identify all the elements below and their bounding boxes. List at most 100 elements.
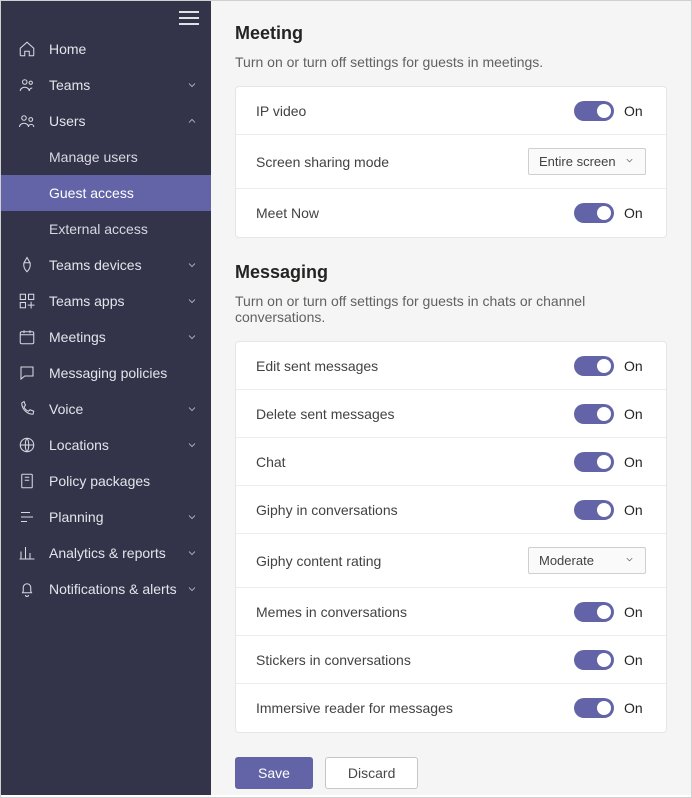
setting-label: IP video xyxy=(256,103,306,119)
setting-label: Screen sharing mode xyxy=(256,154,389,170)
sidebar-subitem-manage-users[interactable]: Manage users xyxy=(1,139,211,175)
setting-label: Immersive reader for messages xyxy=(256,700,453,716)
setting-row-giphy-conversations: Giphy in conversations On xyxy=(236,486,666,534)
save-button[interactable]: Save xyxy=(235,757,313,789)
toggle-state-text: On xyxy=(624,652,646,668)
toggle-state-text: On xyxy=(624,406,646,422)
package-icon xyxy=(17,471,37,491)
sidebar-item-teams-apps[interactable]: Teams apps xyxy=(1,283,211,319)
calendar-icon xyxy=(17,327,37,347)
ip-video-toggle[interactable] xyxy=(574,101,614,121)
setting-row-meet-now: Meet Now On xyxy=(236,189,666,237)
devices-icon xyxy=(17,255,37,275)
messaging-section-desc: Turn on or turn off settings for guests … xyxy=(235,293,667,325)
chevron-down-icon xyxy=(624,154,635,169)
discard-button[interactable]: Discard xyxy=(325,757,418,789)
sidebar-item-label: Users xyxy=(49,113,185,129)
sidebar-item-label: Home xyxy=(49,41,199,57)
teams-icon xyxy=(17,75,37,95)
setting-label: Chat xyxy=(256,454,286,470)
sidebar-item-home[interactable]: Home xyxy=(1,31,211,67)
chevron-down-icon xyxy=(185,258,199,272)
chevron-down-icon xyxy=(185,582,199,596)
screen-sharing-mode-select[interactable]: Entire screen xyxy=(528,148,646,175)
chat-icon xyxy=(17,363,37,383)
toggle-state-text: On xyxy=(624,502,646,518)
setting-row-delete-sent-messages: Delete sent messages On xyxy=(236,390,666,438)
footer-actions: Save Discard xyxy=(235,757,667,789)
sidebar-item-messaging-policies[interactable]: Messaging policies xyxy=(1,355,211,391)
meeting-section-title: Meeting xyxy=(235,23,667,44)
sidebar-item-label: Notifications & alerts xyxy=(49,581,185,597)
sidebar-subitem-external-access[interactable]: External access xyxy=(1,211,211,247)
toggle-state-text: On xyxy=(624,454,646,470)
chat-toggle[interactable] xyxy=(574,452,614,472)
setting-label: Giphy content rating xyxy=(256,553,381,569)
sidebar-item-voice[interactable]: Voice xyxy=(1,391,211,427)
sidebar-item-label: Voice xyxy=(49,401,185,417)
setting-row-stickers-conversations: Stickers in conversations On xyxy=(236,636,666,684)
chevron-down-icon xyxy=(185,402,199,416)
sidebar-item-label: Teams devices xyxy=(49,257,185,273)
sidebar-item-label: Messaging policies xyxy=(49,365,199,381)
sidebar-item-users[interactable]: Users xyxy=(1,103,211,139)
sidebar-subitem-guest-access[interactable]: Guest access xyxy=(1,175,211,211)
setting-label: Delete sent messages xyxy=(256,406,395,422)
hamburger-icon[interactable] xyxy=(179,9,199,27)
setting-row-giphy-content-rating: Giphy content rating Moderate xyxy=(236,534,666,588)
sidebar-item-label: Manage users xyxy=(49,149,138,165)
setting-row-memes-conversations: Memes in conversations On xyxy=(236,588,666,636)
chevron-up-icon xyxy=(185,114,199,128)
sidebar-item-label: Teams apps xyxy=(49,293,185,309)
meet-now-toggle[interactable] xyxy=(574,203,614,223)
sidebar-item-label: Planning xyxy=(49,509,185,525)
bell-icon xyxy=(17,579,37,599)
immersive-reader-toggle[interactable] xyxy=(574,698,614,718)
setting-row-chat: Chat On xyxy=(236,438,666,486)
chevron-down-icon xyxy=(185,546,199,560)
chevron-down-icon xyxy=(624,553,635,568)
stickers-conversations-toggle[interactable] xyxy=(574,650,614,670)
sidebar-item-meetings[interactable]: Meetings xyxy=(1,319,211,355)
setting-label: Meet Now xyxy=(256,205,319,221)
giphy-conversations-toggle[interactable] xyxy=(574,500,614,520)
chevron-down-icon xyxy=(185,294,199,308)
sidebar-item-locations[interactable]: Locations xyxy=(1,427,211,463)
select-value: Moderate xyxy=(539,553,594,568)
toggle-state-text: On xyxy=(624,604,646,620)
users-icon xyxy=(17,111,37,131)
analytics-icon xyxy=(17,543,37,563)
edit-sent-messages-toggle[interactable] xyxy=(574,356,614,376)
toggle-state-text: On xyxy=(624,700,646,716)
home-icon xyxy=(17,39,37,59)
setting-label: Stickers in conversations xyxy=(256,652,411,668)
globe-icon xyxy=(17,435,37,455)
messaging-section-title: Messaging xyxy=(235,262,667,283)
sidebar-item-notifications-alerts[interactable]: Notifications & alerts xyxy=(1,571,211,607)
sidebar-item-teams[interactable]: Teams xyxy=(1,67,211,103)
apps-icon xyxy=(17,291,37,311)
sidebar-item-label: Meetings xyxy=(49,329,185,345)
chevron-down-icon xyxy=(185,438,199,452)
sidebar-item-label: Teams xyxy=(49,77,185,93)
phone-icon xyxy=(17,399,37,419)
chevron-down-icon xyxy=(185,78,199,92)
setting-label: Memes in conversations xyxy=(256,604,407,620)
setting-row-screen-sharing-mode: Screen sharing mode Entire screen xyxy=(236,135,666,189)
sidebar-item-analytics-reports[interactable]: Analytics & reports xyxy=(1,535,211,571)
sidebar-item-teams-devices[interactable]: Teams devices xyxy=(1,247,211,283)
planning-icon xyxy=(17,507,37,527)
memes-conversations-toggle[interactable] xyxy=(574,602,614,622)
sidebar: Home Teams Users Manage users Gu xyxy=(1,1,211,795)
meeting-settings-card: IP video On Screen sharing mode Entire s… xyxy=(235,86,667,238)
sidebar-item-label: Locations xyxy=(49,437,185,453)
main-content: Meeting Turn on or turn off settings for… xyxy=(211,1,691,795)
giphy-content-rating-select[interactable]: Moderate xyxy=(528,547,646,574)
setting-label: Giphy in conversations xyxy=(256,502,398,518)
sidebar-item-label: Policy packages xyxy=(49,473,199,489)
chevron-down-icon xyxy=(185,330,199,344)
sidebar-item-label: Guest access xyxy=(49,185,134,201)
delete-sent-messages-toggle[interactable] xyxy=(574,404,614,424)
sidebar-item-policy-packages[interactable]: Policy packages xyxy=(1,463,211,499)
sidebar-item-planning[interactable]: Planning xyxy=(1,499,211,535)
